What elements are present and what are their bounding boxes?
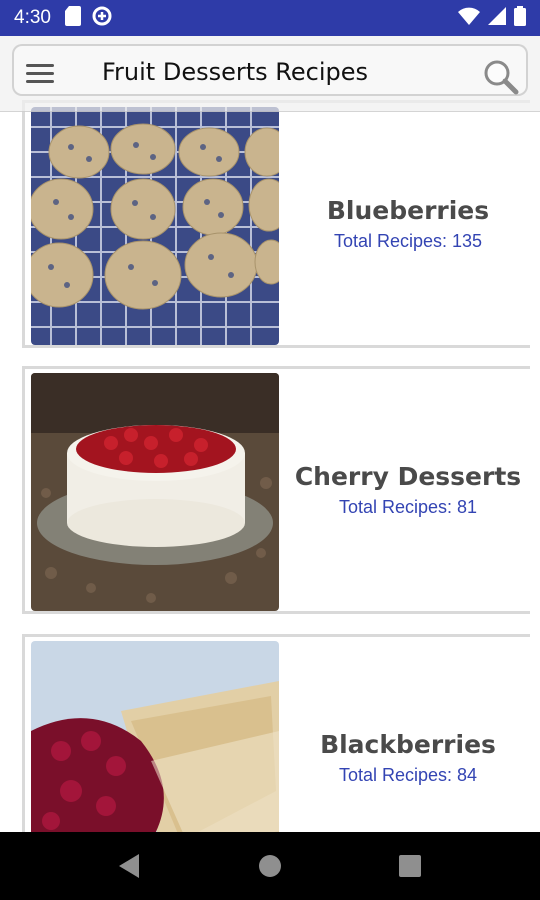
recipe-title: Blueberries xyxy=(326,196,490,225)
recipe-count: Total Recipes: 135 xyxy=(333,231,483,251)
wifi-icon xyxy=(458,7,480,29)
recipe-card-blueberries[interactable]: Blueberries Total Recipes: 135 xyxy=(22,100,530,348)
recipe-count: Total Recipes: 84 xyxy=(338,765,478,785)
data-saver-icon xyxy=(91,5,113,31)
cherry-cake-image xyxy=(31,373,279,611)
hamburger-menu-icon[interactable] xyxy=(26,64,54,84)
signal-icon xyxy=(488,7,506,29)
recipe-list[interactable]: Blueberries Total Recipes: 135 Cherry De… xyxy=(0,36,540,832)
status-bar: 4:30 xyxy=(0,0,540,36)
sd-card-icon xyxy=(64,6,81,30)
recipe-card-cherry-desserts[interactable]: Cherry Desserts Total Recipes: 81 xyxy=(22,366,530,614)
search-icon[interactable] xyxy=(482,58,520,96)
battery-icon xyxy=(514,6,526,30)
recipe-count: Total Recipes: 81 xyxy=(338,497,478,517)
back-icon[interactable] xyxy=(110,846,150,886)
navigation-bar xyxy=(0,832,540,900)
recipe-title: Cherry Desserts xyxy=(294,462,522,491)
home-icon[interactable] xyxy=(250,846,290,886)
status-time: 4:30 xyxy=(14,7,51,28)
toolbar: Fruit Desserts Recipes xyxy=(0,36,540,112)
recents-icon[interactable] xyxy=(390,846,430,886)
blueberry-cookies-image xyxy=(31,107,279,345)
blackberry-pie-image xyxy=(31,641,279,832)
recipe-title: Blackberries xyxy=(320,730,496,759)
recipe-card-blackberries[interactable]: Blackberries Total Recipes: 84 xyxy=(22,634,530,832)
page-title: Fruit Desserts Recipes xyxy=(102,58,369,86)
